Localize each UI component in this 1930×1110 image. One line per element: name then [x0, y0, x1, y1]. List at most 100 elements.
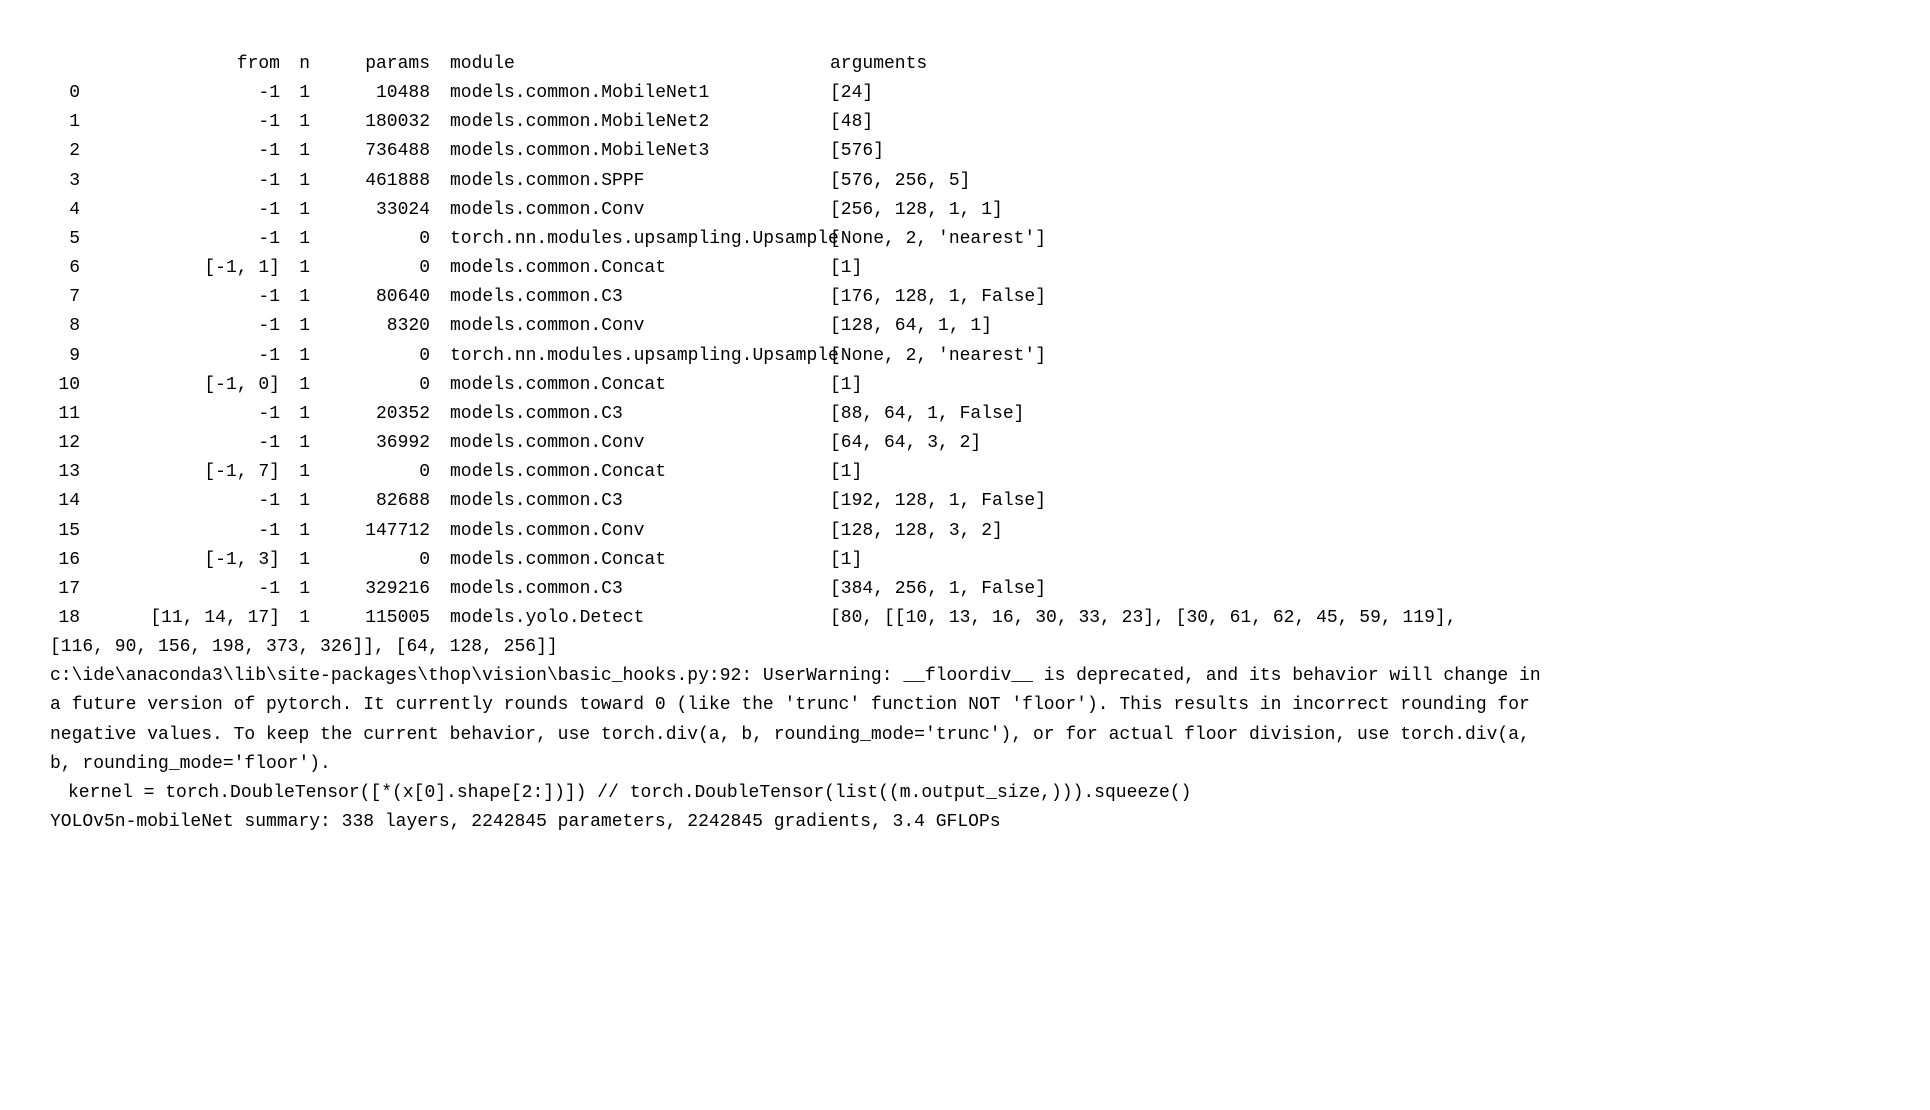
warning-line: b, rounding_mode='floor'). — [50, 750, 1880, 779]
cell-arguments: [256, 128, 1, 1] — [830, 196, 1003, 225]
cell-from: -1 — [80, 400, 280, 429]
cell-module: models.common.MobileNet3 — [430, 137, 830, 166]
cell-module: models.common.Concat — [430, 371, 830, 400]
cell-module: models.common.Conv — [430, 312, 830, 341]
cell-n: 1 — [280, 137, 310, 166]
cell-n: 1 — [280, 79, 310, 108]
cell-params: 20352 — [310, 400, 430, 429]
cell-idx: 0 — [50, 79, 80, 108]
cell-params: 461888 — [310, 167, 430, 196]
cell-idx: 6 — [50, 254, 80, 283]
cell-module: models.common.Concat — [430, 254, 830, 283]
cell-n: 1 — [280, 167, 310, 196]
cell-arguments: [None, 2, 'nearest'] — [830, 225, 1046, 254]
model-layers-table: 0-1110488models.common.MobileNet1[24]1-1… — [50, 79, 1880, 633]
cell-arguments: [192, 128, 1, False] — [830, 487, 1046, 516]
cell-n: 1 — [280, 458, 310, 487]
cell-from: -1 — [80, 225, 280, 254]
cell-idx: 12 — [50, 429, 80, 458]
cell-idx: 17 — [50, 575, 80, 604]
cell-idx: 14 — [50, 487, 80, 516]
kernel-code-line: kernel = torch.DoubleTensor([*(x[0].shap… — [50, 779, 1880, 808]
cell-params: 0 — [310, 458, 430, 487]
cell-n: 1 — [280, 546, 310, 575]
table-row: 10[-1, 0]10models.common.Concat[1] — [50, 371, 1880, 400]
warning-line: c:\ide\anaconda3\lib\site-packages\thop\… — [50, 662, 1880, 691]
cell-module: models.common.Concat — [430, 546, 830, 575]
cell-from: -1 — [80, 575, 280, 604]
table-row: 18[11, 14, 17]1115005models.yolo.Detect[… — [50, 604, 1880, 633]
cell-n: 1 — [280, 517, 310, 546]
cell-arguments: [176, 128, 1, False] — [830, 283, 1046, 312]
cell-from: -1 — [80, 196, 280, 225]
cell-n: 1 — [280, 196, 310, 225]
header-idx — [50, 50, 80, 79]
cell-idx: 16 — [50, 546, 80, 575]
cell-idx: 15 — [50, 517, 80, 546]
cell-arguments: [24] — [830, 79, 873, 108]
cell-arguments: [128, 64, 1, 1] — [830, 312, 992, 341]
cell-from: [-1, 7] — [80, 458, 280, 487]
cell-module: models.yolo.Detect — [430, 604, 830, 633]
cell-idx: 9 — [50, 342, 80, 371]
cell-from: -1 — [80, 312, 280, 341]
cell-params: 8320 — [310, 312, 430, 341]
cell-idx: 8 — [50, 312, 80, 341]
table-row: 7-1180640models.common.C3[176, 128, 1, F… — [50, 283, 1880, 312]
cell-params: 0 — [310, 342, 430, 371]
table-row: 15-11147712models.common.Conv[128, 128, … — [50, 517, 1880, 546]
cell-idx: 13 — [50, 458, 80, 487]
cell-n: 1 — [280, 254, 310, 283]
cell-n: 1 — [280, 575, 310, 604]
table-row: 5-110torch.nn.modules.upsampling.Upsampl… — [50, 225, 1880, 254]
cell-from: [-1, 1] — [80, 254, 280, 283]
cell-params: 329216 — [310, 575, 430, 604]
cell-module: torch.nn.modules.upsampling.Upsample — [430, 342, 830, 371]
cell-module: models.common.C3 — [430, 487, 830, 516]
table-row: 8-118320models.common.Conv[128, 64, 1, 1… — [50, 312, 1880, 341]
cell-params: 80640 — [310, 283, 430, 312]
cell-from: [11, 14, 17] — [80, 604, 280, 633]
cell-arguments: [1] — [830, 546, 862, 575]
cell-arguments: [576] — [830, 137, 884, 166]
cell-from: -1 — [80, 108, 280, 137]
table-row: 4-1133024models.common.Conv[256, 128, 1,… — [50, 196, 1880, 225]
cell-n: 1 — [280, 429, 310, 458]
table-row: 9-110torch.nn.modules.upsampling.Upsampl… — [50, 342, 1880, 371]
cell-params: 736488 — [310, 137, 430, 166]
cell-arguments: [576, 256, 5] — [830, 167, 970, 196]
cell-arguments: [None, 2, 'nearest'] — [830, 342, 1046, 371]
table-row: 17-11329216models.common.C3[384, 256, 1,… — [50, 575, 1880, 604]
cell-idx: 4 — [50, 196, 80, 225]
cell-arguments: [128, 128, 3, 2] — [830, 517, 1003, 546]
cell-arguments: [64, 64, 3, 2] — [830, 429, 981, 458]
args-continuation: [116, 90, 156, 198, 373, 326]], [64, 128… — [50, 633, 1880, 662]
cell-module: models.common.Conv — [430, 429, 830, 458]
cell-params: 115005 — [310, 604, 430, 633]
cell-arguments: [384, 256, 1, False] — [830, 575, 1046, 604]
cell-n: 1 — [280, 487, 310, 516]
table-header: from n params module arguments — [50, 50, 1880, 79]
cell-n: 1 — [280, 108, 310, 137]
cell-n: 1 — [280, 342, 310, 371]
table-row: 0-1110488models.common.MobileNet1[24] — [50, 79, 1880, 108]
cell-from: [-1, 3] — [80, 546, 280, 575]
cell-n: 1 — [280, 312, 310, 341]
cell-module: models.common.MobileNet1 — [430, 79, 830, 108]
cell-params: 0 — [310, 225, 430, 254]
cell-from: [-1, 0] — [80, 371, 280, 400]
cell-params: 147712 — [310, 517, 430, 546]
table-row: 6[-1, 1]10models.common.Concat[1] — [50, 254, 1880, 283]
cell-idx: 11 — [50, 400, 80, 429]
cell-idx: 18 — [50, 604, 80, 633]
cell-arguments: [88, 64, 1, False] — [830, 400, 1024, 429]
cell-n: 1 — [280, 400, 310, 429]
cell-idx: 2 — [50, 137, 80, 166]
cell-module: models.common.C3 — [430, 575, 830, 604]
cell-idx: 3 — [50, 167, 80, 196]
cell-from: -1 — [80, 167, 280, 196]
cell-module: models.common.C3 — [430, 400, 830, 429]
cell-from: -1 — [80, 79, 280, 108]
cell-n: 1 — [280, 604, 310, 633]
table-row: 2-11736488models.common.MobileNet3[576] — [50, 137, 1880, 166]
